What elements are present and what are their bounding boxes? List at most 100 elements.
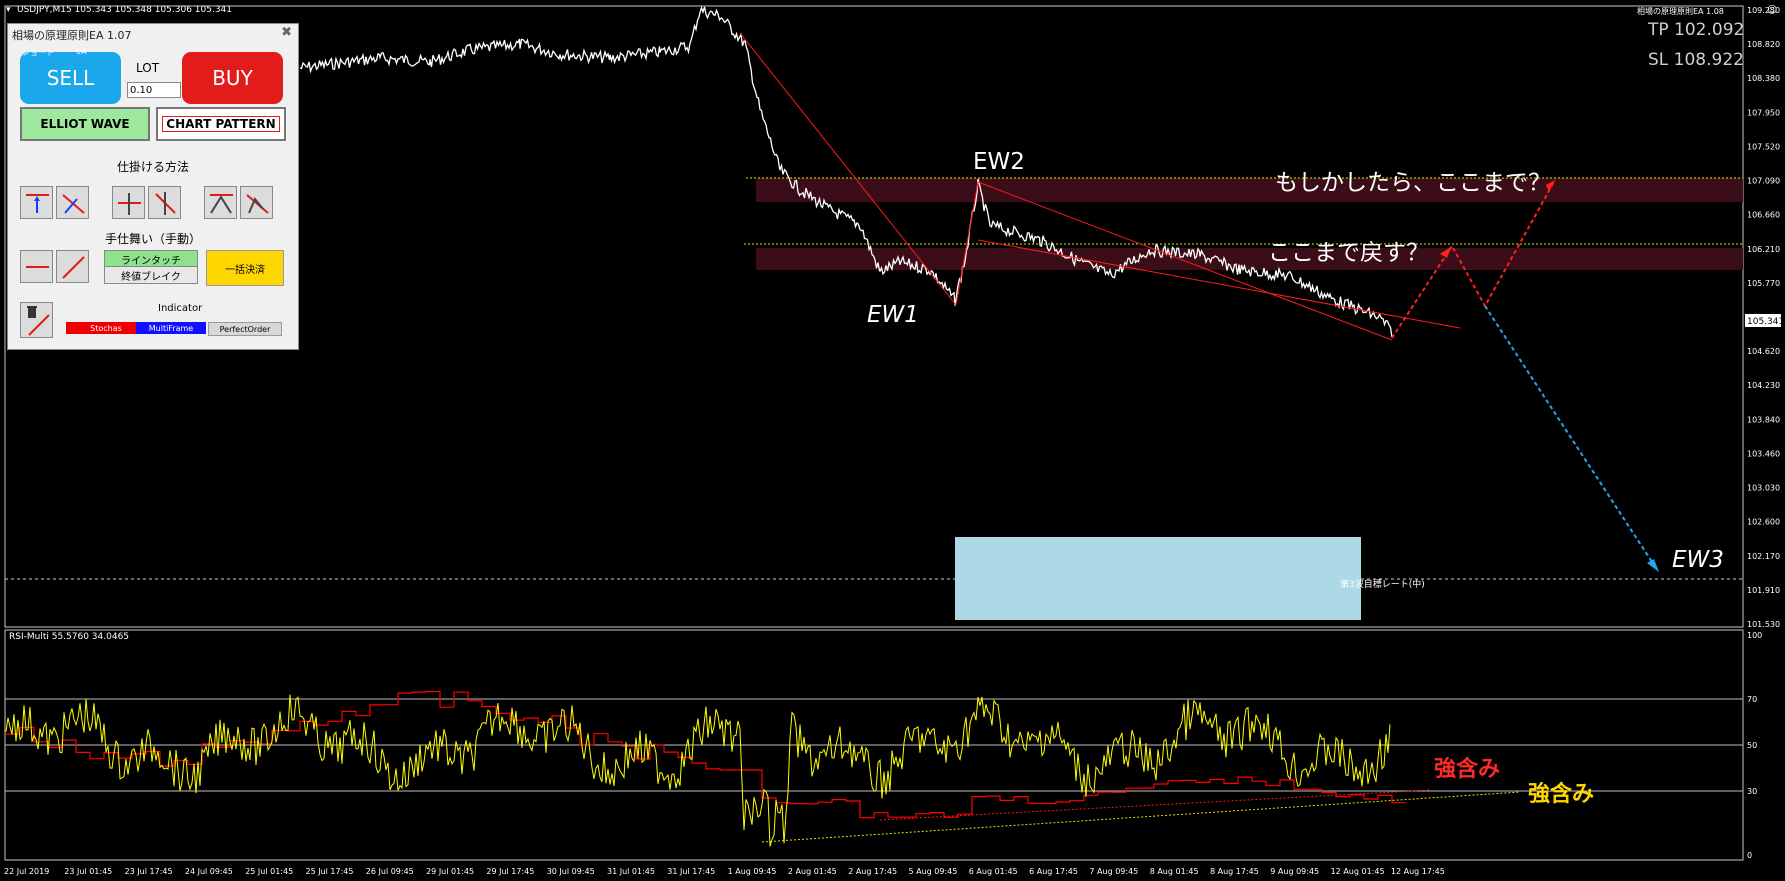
strong-label-yellow: 強含み <box>1528 782 1595 807</box>
price-axis-label: 104.230 <box>1747 381 1780 390</box>
price-axis-label: 103.840 <box>1747 415 1780 424</box>
exit-trend-button[interactable] <box>56 250 89 283</box>
time-axis-label: 22 Jul 2019 <box>4 867 49 876</box>
return-here-label: ここまで戻す？ <box>1268 240 1429 266</box>
elliot-wave-button[interactable]: ELLIOT WAVE <box>20 107 150 141</box>
tool-top-bounce-button[interactable] <box>204 186 237 219</box>
multiframe-button[interactable]: MultiFrame <box>136 322 206 334</box>
cross-line-icon <box>118 193 141 215</box>
time-axis-label: 7 Aug 09:45 <box>1089 867 1138 876</box>
ea-control-panel: 相場の原理原則EA 1.07 ✖ SELL ショート 0A LOT BUY EL… <box>7 23 299 350</box>
diagonal-cross-icon <box>155 192 176 215</box>
panel-title: 相場の原理原則EA 1.07 <box>12 29 132 42</box>
ew3-label: EW3 <box>1672 547 1724 573</box>
time-axis-label: 23 Jul 17:45 <box>125 867 173 876</box>
time-axis-label: 29 Jul 01:45 <box>426 867 474 876</box>
indicator-title: Indicator <box>158 303 203 314</box>
time-axis-label: 1 Aug 09:45 <box>728 867 777 876</box>
target-box[interactable] <box>955 537 1361 620</box>
time-axis-label: 30 Jul 09:45 <box>547 867 595 876</box>
price-axis-label: 107.520 <box>1747 142 1780 151</box>
time-axis-label: 23 Jul 01:45 <box>64 867 112 876</box>
rsi-axis-label: 70 <box>1747 695 1757 704</box>
close-break-label: 終値ブレイク <box>121 271 181 283</box>
stochas-label: Stochas <box>90 323 122 333</box>
price-axis-label: 101.530 <box>1747 620 1780 629</box>
price-axis-label: 102.170 <box>1747 552 1780 561</box>
buy-button[interactable]: BUY <box>182 52 283 104</box>
header-dropdown-icon[interactable]: ▾ <box>6 5 11 15</box>
perfectorder-button[interactable]: PerfectOrder <box>208 322 282 336</box>
time-axis-label: 25 Jul 01:45 <box>245 867 293 876</box>
time-axis-label: 24 Jul 09:45 <box>185 867 233 876</box>
sl-label: SL 108.922 <box>1648 50 1744 70</box>
price-axis-label: 106.210 <box>1747 245 1780 254</box>
top-bounce-icon <box>210 194 233 214</box>
chart-pattern-button[interactable]: CHART PATTERN <box>156 107 286 141</box>
time-axis-label: 5 Aug 09:45 <box>909 867 958 876</box>
maybe-here-label: もしかしたら、ここまで？ <box>1275 170 1551 196</box>
price-axis-label: 103.030 <box>1747 484 1780 493</box>
time-axis-label: 25 Jul 17:45 <box>306 867 354 876</box>
trend-down-icon <box>62 194 85 214</box>
strong-label-red: 強含み <box>1434 757 1501 782</box>
sell-sub-label: ショート <box>22 48 54 57</box>
line-touch-label: ラインタッチ <box>121 255 181 267</box>
chart-pattern-label: CHART PATTERN <box>162 116 280 132</box>
method-title: 仕掛ける方法 <box>116 160 189 174</box>
perfectorder-label: PerfectOrder <box>219 324 271 334</box>
delete-line-button[interactable] <box>20 302 53 338</box>
close-all-label: 一括決済 <box>225 264 265 276</box>
exit-horizontal-button[interactable] <box>20 250 53 283</box>
close-all-button[interactable]: 一括決済 <box>206 250 284 286</box>
time-axis-label: 12 Aug 01:45 <box>1331 867 1385 876</box>
rsi-axis-label: 30 <box>1747 787 1757 796</box>
multiframe-label: MultiFrame <box>148 323 194 333</box>
lot-label: LOT <box>136 61 160 75</box>
target-label: 第3波目標レート(中) <box>1340 580 1425 590</box>
price-axis-label: 108.820 <box>1747 40 1780 49</box>
sell-sub-label-2: 0A <box>76 47 87 56</box>
tool-cross-button[interactable] <box>112 186 145 219</box>
lot-input[interactable] <box>127 82 181 98</box>
ea-name-label: 相場の原理原則EA 1.08 <box>1637 7 1724 16</box>
current-price-text: 105.341 <box>1747 317 1784 327</box>
rsi-axis-label: 50 <box>1747 741 1757 750</box>
ew1-label: EW1 <box>867 302 919 328</box>
close-break-button[interactable]: 終値ブレイク <box>104 266 198 284</box>
resistance-zone-upper <box>756 178 1743 202</box>
time-axis-label: 2 Aug 01:45 <box>788 867 837 876</box>
price-axis-label: 102.600 <box>1747 518 1780 527</box>
time-axis-label: 8 Aug 01:45 <box>1150 867 1199 876</box>
tool-trend-down-button[interactable] <box>56 186 89 219</box>
price-axis-label: 106.660 <box>1747 211 1780 220</box>
time-axis-label: 12 Aug 17:45 <box>1391 867 1445 876</box>
price-axis-label: 107.090 <box>1747 177 1780 186</box>
smiley-icon: ☺ <box>1767 5 1778 16</box>
buy-button-label: BUY <box>212 66 253 90</box>
stochas-button[interactable]: Stochas <box>66 322 146 334</box>
sell-button-label: SELL <box>46 66 95 90</box>
horizontal-line-icon <box>26 266 49 268</box>
time-axis-label: 31 Jul 01:45 <box>607 867 655 876</box>
time-axis-label: 9 Aug 09:45 <box>1270 867 1319 876</box>
ew2-label: EW2 <box>973 149 1025 175</box>
horizontal-up-icon <box>26 194 49 213</box>
sell-button[interactable]: SELL <box>20 52 121 104</box>
tool-trend-bounce-button[interactable] <box>240 186 273 219</box>
tool-horizontal-up-button[interactable] <box>20 186 53 219</box>
manual-exit-title: 手仕舞い（手動） <box>104 232 201 246</box>
rsi-axis-label: 100 <box>1747 631 1762 640</box>
rsi-indicator-label: RSI-Multi 55.5760 34.0465 <box>9 632 130 642</box>
trend-bounce-icon <box>246 194 269 214</box>
elliot-wave-label: ELLIOT WAVE <box>40 117 130 131</box>
price-axis-label: 105.770 <box>1747 279 1780 288</box>
price-axis-label: 108.380 <box>1747 74 1780 83</box>
time-axis-label: 8 Aug 17:45 <box>1210 867 1259 876</box>
price-axis-label: 103.460 <box>1747 449 1780 458</box>
price-axis-label: 104.620 <box>1747 347 1780 356</box>
close-icon[interactable]: ✖ <box>281 25 292 40</box>
tool-diagonal-cross-button[interactable] <box>148 186 181 219</box>
trend-line-icon <box>62 256 85 279</box>
time-axis-label: 29 Jul 17:45 <box>486 867 534 876</box>
